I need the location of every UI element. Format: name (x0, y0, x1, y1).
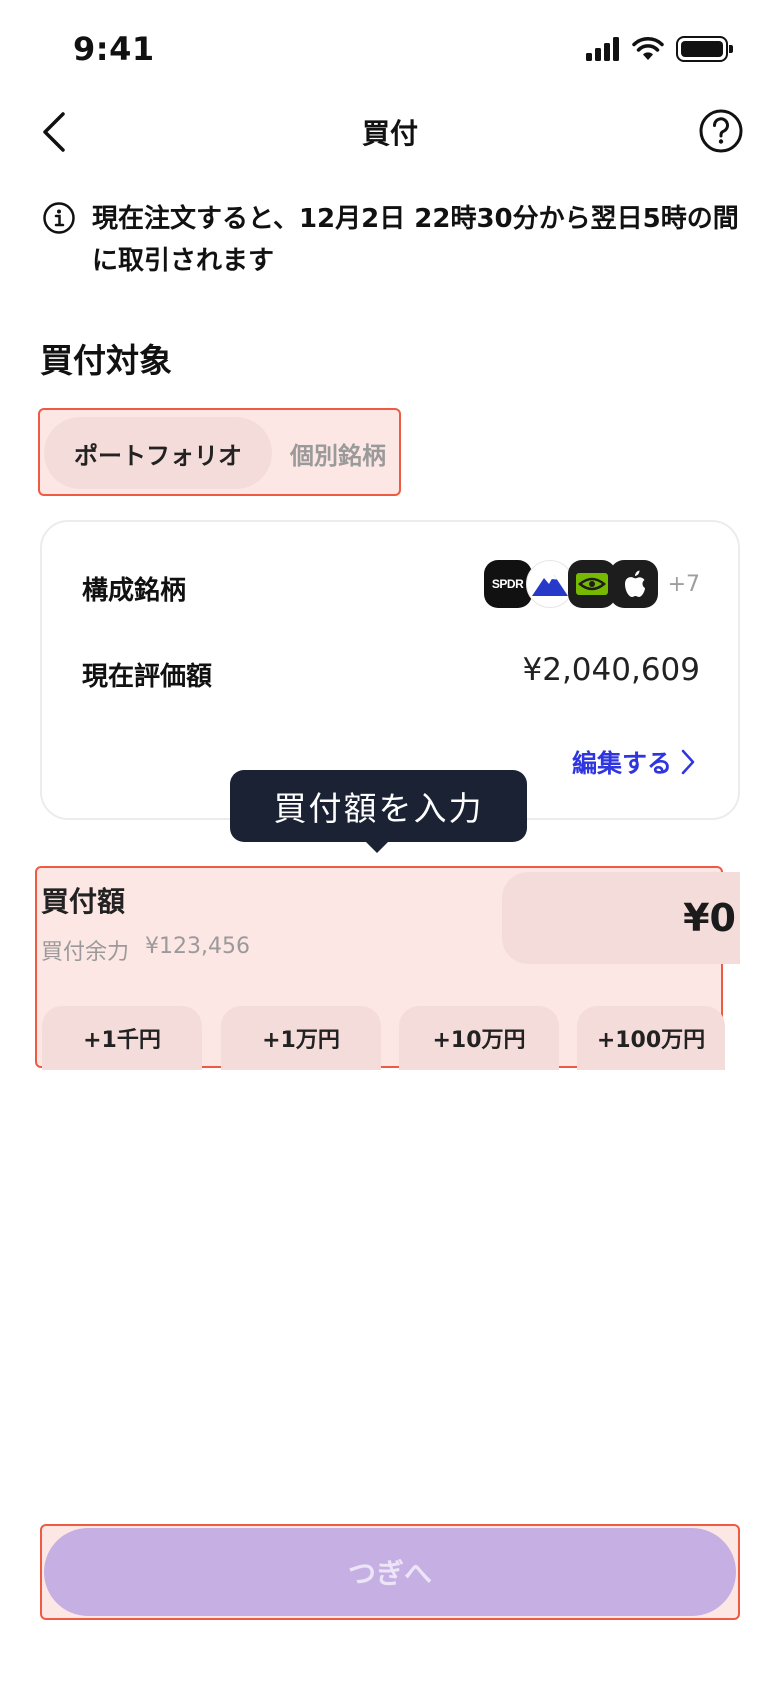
purchase-amount-section: 買付額 買付余力 ¥123,456 ¥0 +1千円 +1万円 +10万円 +10… (35, 866, 740, 1070)
target-tabs: ポートフォリオ 個別銘柄 (38, 408, 401, 496)
buying-power: 買付余力 ¥123,456 (41, 934, 250, 966)
battery-icon (676, 36, 733, 62)
input-amount-tooltip: 買付額を入力 (230, 770, 527, 842)
mountain-icon (531, 575, 568, 596)
info-icon (43, 202, 75, 234)
mountain-logo (525, 560, 574, 608)
next-button[interactable]: つぎへ (44, 1528, 736, 1616)
current-value-label: 現在評価額 (82, 662, 213, 692)
notice-text: 現在注文すると、12月2日 22時30分から翌日5時の間に取引されます (92, 204, 739, 276)
wifi-icon (632, 37, 664, 60)
navigation-header: 買付 (0, 96, 780, 168)
spdr-logo: SPDR (483, 560, 532, 608)
status-time: 9:41 (73, 30, 155, 68)
apple-icon (624, 570, 645, 597)
more-holdings-count: +7 (667, 571, 700, 597)
add-1m-yen-button[interactable]: +100万円 (577, 1006, 725, 1070)
nvidia-logo (567, 560, 616, 608)
add-100k-yen-button[interactable]: +10万円 (399, 1006, 559, 1070)
trading-time-notice: 現在注文すると、12月2日 22時30分から翌日5時の間に取引されます (42, 198, 742, 282)
edit-link-label: 編集する (571, 749, 672, 778)
purchase-amount-input[interactable]: ¥0 (502, 872, 740, 964)
tab-individual-stocks[interactable]: 個別銘柄 (290, 417, 399, 489)
chevron-right-icon (681, 749, 695, 775)
status-bar: 9:41 (0, 0, 780, 100)
add-10k-yen-button[interactable]: +1万円 (221, 1006, 381, 1070)
buying-power-label: 買付余力 (41, 940, 130, 965)
edit-portfolio-link[interactable]: 編集する (572, 744, 696, 780)
purchase-amount-label: 買付額 (41, 885, 126, 918)
cellular-signal-icon (586, 37, 619, 61)
tooltip-arrow (365, 841, 389, 853)
help-button[interactable] (698, 108, 744, 154)
buying-power-value: ¥123,456 (145, 934, 250, 959)
holdings-label: 構成銘柄 (82, 576, 187, 606)
page-title: 買付 (361, 117, 418, 150)
tab-portfolio[interactable]: ポートフォリオ (44, 417, 272, 489)
status-icons (586, 36, 733, 62)
holdings-logos[interactable]: SPDR +7 (483, 560, 700, 608)
next-button-container: つぎへ (40, 1524, 740, 1620)
current-value: ¥2,040,609 (522, 652, 701, 688)
add-1k-yen-button[interactable]: +1千円 (42, 1006, 202, 1070)
section-title: 買付対象 (40, 341, 172, 380)
nvidia-eye-icon (575, 573, 608, 595)
question-circle-icon (699, 109, 743, 153)
apple-logo (609, 560, 658, 608)
